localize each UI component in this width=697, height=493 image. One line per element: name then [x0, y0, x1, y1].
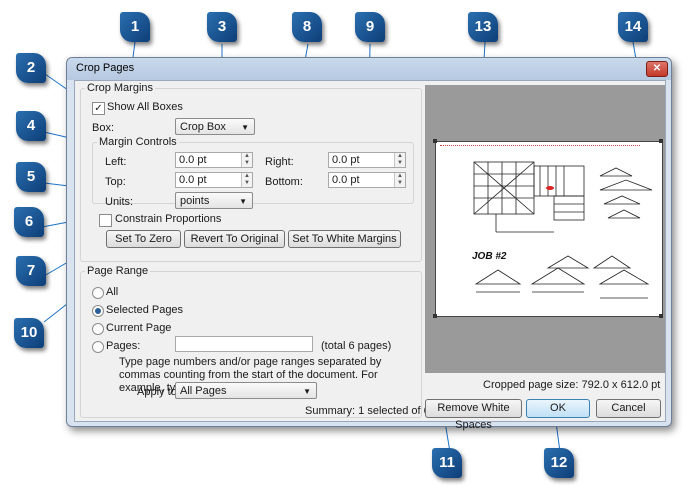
radio-selected-dot [95, 308, 101, 314]
crop-handle[interactable] [433, 314, 437, 318]
units-select-value: points [180, 195, 210, 207]
spin-down-icon[interactable]: ▼ [394, 160, 405, 167]
bottom-margin-value: 0.0 pt [332, 174, 360, 186]
callout-14: 14 [618, 12, 648, 42]
callout-13: 13 [468, 12, 498, 42]
crop-margins-label: Crop Margins [85, 82, 156, 94]
remove-white-spaces-button[interactable]: Remove White Spaces [425, 399, 522, 431]
right-margin-input[interactable]: 0.0 pt ▲ ▼ [328, 152, 406, 168]
left-margin-input[interactable]: 0.0 pt ▲ ▼ [175, 152, 253, 168]
current-page-radio[interactable] [92, 323, 104, 335]
callout-7: 7 [16, 256, 46, 286]
show-all-boxes-checkbox[interactable]: ✓ [92, 102, 105, 115]
crop-handle[interactable] [659, 314, 663, 318]
spin-down-icon[interactable]: ▼ [241, 180, 252, 187]
callout-1: 1 [120, 12, 150, 42]
current-page-label: Current Page [106, 322, 172, 334]
left-label: Left: [105, 156, 127, 168]
units-select[interactable]: points ▼ [175, 192, 253, 209]
drawing-caption: JOB #2 [472, 251, 507, 262]
top-label: Top: [105, 176, 126, 188]
revert-to-original-button[interactable]: Revert To Original [184, 230, 285, 248]
all-pages-label: All [106, 286, 119, 298]
show-all-boxes-label: Show All Boxes [107, 101, 183, 113]
box-select-value: Crop Box [180, 121, 226, 133]
bottom-margin-input[interactable]: 0.0 pt ▲ ▼ [328, 172, 406, 188]
chevron-down-icon: ▼ [239, 197, 247, 206]
callout-2: 2 [16, 53, 46, 83]
selected-pages-label: Selected Pages [106, 304, 184, 316]
right-label: Right: [265, 156, 294, 168]
cancel-button[interactable]: Cancel [596, 399, 661, 418]
box-select[interactable]: Crop Box ▼ [175, 118, 255, 135]
dialog-body: Crop Margins ✓ Show All Boxes Box: Crop … [74, 80, 666, 431]
spin-up-icon[interactable]: ▲ [394, 153, 405, 160]
callout-3: 3 [207, 12, 237, 42]
ok-button[interactable]: OK [526, 399, 590, 418]
page-preview: JOB #2 [425, 85, 665, 373]
crop-handle[interactable] [659, 139, 663, 143]
architectural-drawing-image: JOB #2 [472, 161, 653, 299]
constrain-proportions-label: Constrain Proportions [115, 213, 222, 225]
apply-to-select[interactable]: All Pages ▼ [175, 382, 317, 399]
left-margin-value: 0.0 pt [179, 154, 207, 166]
callout-6: 6 [14, 207, 44, 237]
chevron-down-icon: ▼ [303, 387, 311, 396]
apply-to-value: All Pages [180, 385, 227, 397]
crop-handle[interactable] [433, 139, 437, 143]
selected-pages-radio[interactable] [92, 305, 104, 317]
dialog-title: Crop Pages [76, 62, 135, 74]
spin-up-icon[interactable]: ▲ [394, 173, 405, 180]
constrain-proportions-checkbox[interactable] [99, 214, 112, 227]
apply-to-label: Apply to: [137, 386, 180, 398]
close-button[interactable]: ✕ [646, 61, 668, 77]
pages-input[interactable] [175, 336, 313, 352]
chevron-down-icon: ▼ [241, 123, 249, 132]
spin-up-icon[interactable]: ▲ [241, 173, 252, 180]
callout-4: 4 [16, 111, 46, 141]
callout-8: 8 [292, 12, 322, 42]
spin-down-icon[interactable]: ▼ [241, 160, 252, 167]
crop-pages-dialog: Crop Pages ✕ Crop Margins ✓ Show All Box… [66, 57, 672, 431]
margin-controls-label: Margin Controls [97, 136, 179, 148]
right-margin-value: 0.0 pt [332, 154, 360, 166]
top-margin-value: 0.0 pt [179, 174, 207, 186]
callout-12: 12 [544, 448, 574, 478]
pages-radio[interactable] [92, 341, 104, 353]
top-margin-input[interactable]: 0.0 pt ▲ ▼ [175, 172, 253, 188]
callout-10: 10 [14, 318, 44, 348]
callout-11: 11 [432, 448, 462, 478]
pages-label: Pages: [106, 340, 141, 352]
cropped-size-text: Cropped page size: 792.0 x 612.0 pt [483, 379, 661, 391]
callout-5: 5 [16, 162, 46, 192]
set-to-zero-button[interactable]: Set To Zero [106, 230, 181, 248]
bottom-label: Bottom: [265, 176, 303, 188]
preview-page: JOB #2 [435, 141, 663, 317]
all-pages-radio[interactable] [92, 287, 104, 299]
total-pages-label: (total 6 pages) [321, 340, 392, 352]
box-label: Box: [92, 122, 115, 134]
page-range-label: Page Range [85, 265, 151, 277]
spin-down-icon[interactable]: ▼ [394, 180, 405, 187]
units-label: Units: [105, 196, 134, 208]
title-bar[interactable]: Crop Pages ✕ [67, 58, 671, 80]
spin-up-icon[interactable]: ▲ [241, 153, 252, 160]
set-to-white-margins-button[interactable]: Set To White Margins [288, 230, 401, 248]
callout-9: 9 [355, 12, 385, 42]
